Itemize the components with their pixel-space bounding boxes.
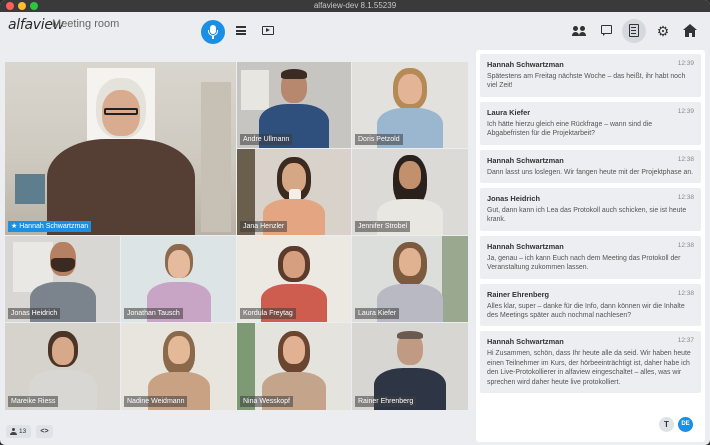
message-author: Jonas Heidrich [487, 194, 540, 204]
video-tile[interactable]: ★ Hannah Schwartzman [5, 62, 236, 235]
video-tile[interactable]: Jana Henzler [237, 149, 351, 235]
message-time: 12:38 [677, 289, 694, 297]
video-tile[interactable]: Jennifer Strobel [352, 149, 468, 235]
chat-message: Hannah Schwartzman 12:39 Spätestens am F… [480, 54, 701, 97]
participant-name-label: Nadine Weidmann [124, 396, 188, 407]
video-tile[interactable]: Andre Ullmann [237, 62, 351, 148]
participant-name-label: Jana Henzler [240, 221, 288, 232]
message-text: Spätestens am Freitag nächste Woche – da… [487, 73, 686, 90]
expand-button[interactable]: <> [36, 425, 53, 438]
font-size-button[interactable]: T [659, 417, 674, 432]
participant-name-label: Jonas Heidrich [8, 308, 61, 319]
message-author: Rainer Ehrenberg [487, 289, 550, 299]
message-time: 12:38 [677, 155, 694, 163]
participant-name-label: Mareike Riess [8, 396, 59, 407]
screen-share-icon[interactable] [262, 26, 274, 35]
video-tile[interactable]: Doris Petzold [352, 62, 468, 148]
home-icon[interactable] [683, 24, 697, 38]
microphone-button[interactable] [201, 20, 225, 44]
video-tile[interactable]: Jonathan Tausch [121, 236, 236, 322]
protocol-icon [629, 24, 639, 37]
video-tile[interactable]: Mareike Riess [5, 323, 120, 410]
participant-name-label: Rainer Ehrenberg [355, 396, 417, 407]
person-icon [10, 428, 17, 435]
message-text: Alles klar, super – danke für die Info, … [487, 302, 685, 320]
settings-icon[interactable]: ⚙ [656, 24, 670, 38]
room-name: Meeting room [52, 18, 120, 30]
message-author: Hannah Schwartzman [487, 155, 564, 165]
message-text: Gut, dann kann ich Lea das Protokoll auc… [487, 207, 687, 224]
title-bar: alfaview-dev 8.1.55239 [0, 0, 710, 12]
video-tile[interactable]: Laura Kiefer [352, 236, 468, 322]
message-time: 12:37 [677, 337, 694, 345]
message-author: Hannah Schwartzman [487, 337, 564, 347]
message-time: 12:39 [677, 107, 694, 115]
window-title: alfaview-dev 8.1.55239 [313, 1, 397, 10]
chat-message: Jonas Heidrich 12:38 Gut, dann kann ich … [480, 188, 701, 231]
message-time: 12:38 [677, 241, 694, 249]
chat-panel: Hannah Schwartzman 12:39 Spätestens am F… [476, 50, 705, 442]
chat-message-list: Hannah Schwartzman 12:39 Spätestens am F… [480, 54, 701, 398]
message-text: Dann lasst uns loslegen. Wir fangen heut… [487, 168, 694, 176]
message-time: 12:39 [677, 60, 694, 67]
participant-name-label: Laura Kiefer [355, 308, 400, 319]
participant-count-button[interactable]: 13 [6, 425, 31, 438]
participants-icon[interactable] [572, 24, 586, 38]
chat-message: Hannah Schwartzman 12:37 Hi Zusammen, sc… [480, 331, 701, 394]
video-tile[interactable]: Jonas Heidrich [5, 236, 120, 322]
app-window: alfaview-dev 8.1.55239 alfaview Meeting … [0, 0, 710, 445]
message-author: Hannah Schwartzman [487, 241, 564, 251]
participant-name-label: Jennifer Strobel [355, 221, 411, 232]
chat-message: Hannah Schwartzman 12:38 Ja, genau – ich… [480, 235, 701, 279]
video-grid: ★ Hannah Schwartzman Andre Ullmann Doris… [5, 62, 468, 410]
participant-name-label: Nina Wesskopf [240, 396, 293, 407]
message-text: Hi Zusammen, schön, dass Ihr heute alle … [487, 350, 691, 386]
participant-count: 13 [19, 428, 27, 435]
video-tile[interactable]: Nina Wesskopf [237, 323, 351, 410]
chat-message: Hannah Schwartzman 12:38 Dann lasst uns … [480, 149, 701, 184]
language-button[interactable]: DE [678, 417, 693, 432]
participant-name-label: Doris Petzold [355, 134, 403, 145]
list-icon[interactable] [236, 26, 246, 35]
protocol-button[interactable] [622, 19, 646, 43]
participant-name-label: Jonathan Tausch [124, 308, 183, 319]
message-text: Ich hätte hierzu gleich eine Rückfrage –… [487, 120, 653, 138]
participant-name-label: Andre Ullmann [240, 134, 293, 145]
video-tile[interactable]: Kordula Freytag [237, 236, 351, 322]
message-text: Ja, genau – ich kann Euch nach dem Meeti… [487, 254, 681, 272]
message-time: 12:38 [677, 194, 694, 202]
participant-name-label: Kordula Freytag [240, 308, 296, 319]
chat-icon[interactable] [600, 24, 614, 38]
video-tile[interactable]: Rainer Ehrenberg [352, 323, 468, 410]
video-tile[interactable]: Nadine Weidmann [121, 323, 236, 410]
message-author: Hannah Schwartzman [487, 60, 564, 69]
message-author: Laura Kiefer [487, 107, 531, 117]
chat-message: Rainer Ehrenberg 12:38 Alles klar, super… [480, 283, 701, 327]
chat-message: Laura Kiefer 12:39 Ich hätte hierzu glei… [480, 101, 701, 145]
participant-name-label: ★ Hannah Schwartzman [8, 221, 92, 232]
